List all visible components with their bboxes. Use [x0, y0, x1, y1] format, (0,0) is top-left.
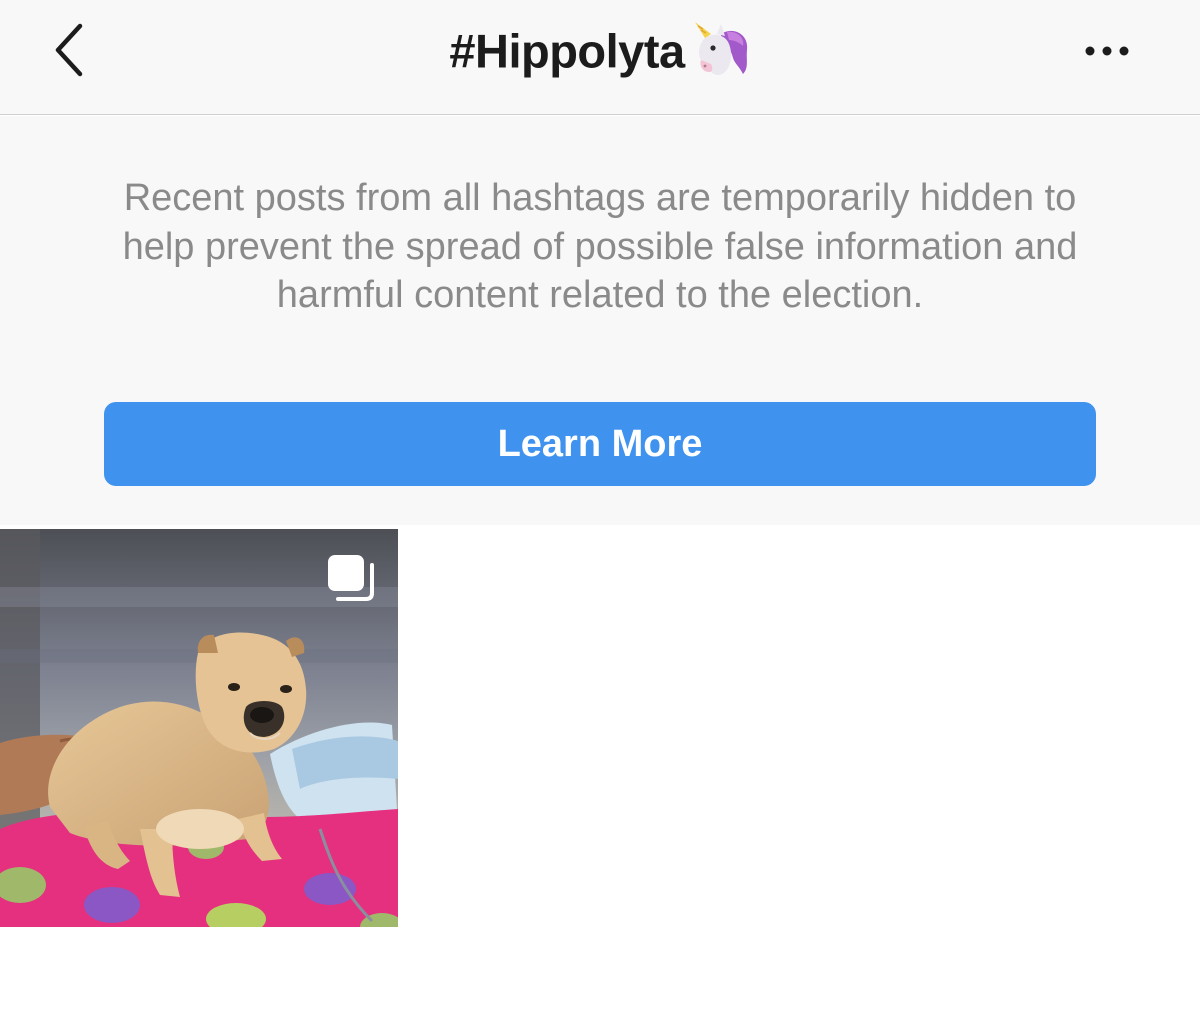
multiple-photos-icon — [328, 555, 374, 601]
notice-message: Recent posts from all hashtags are tempo… — [122, 177, 1078, 316]
ellipsis-icon — [1085, 46, 1129, 56]
post-thumbnail[interactable] — [0, 529, 398, 927]
learn-more-button[interactable]: Learn More — [104, 402, 1096, 486]
unicorn-emoji-icon — [691, 20, 751, 78]
posts-grid — [0, 525, 1200, 1027]
hashtag-title: #Hippolyta — [449, 24, 685, 78]
page-title: #Hippolyta — [0, 22, 1200, 80]
navigation-bar: #Hippolyta — [0, 0, 1200, 115]
more-options-button[interactable] — [1080, 34, 1136, 68]
hidden-posts-notice: Recent posts from all hashtags are tempo… — [0, 116, 1200, 525]
